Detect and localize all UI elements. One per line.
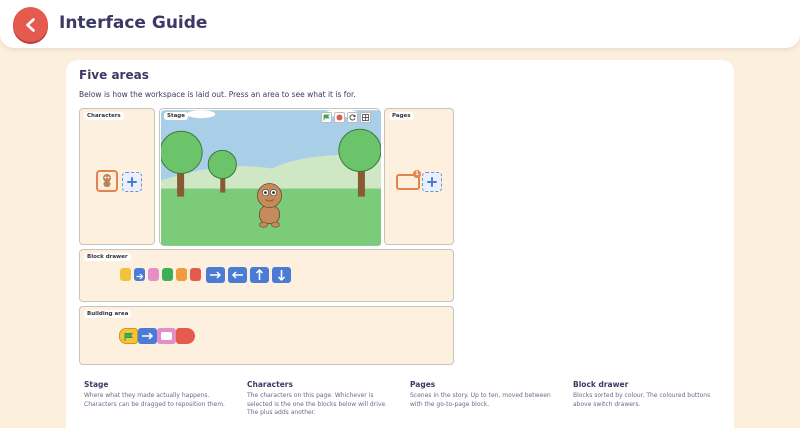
- section-title: Five areas: [79, 68, 149, 82]
- info-title: Block drawer: [573, 380, 629, 389]
- flag-icon: [323, 114, 330, 121]
- characters-area[interactable]: Characters: [79, 108, 155, 245]
- drawer-button-looks[interactable]: [148, 268, 159, 281]
- script-block-start[interactable]: [119, 328, 138, 344]
- page-number-badge: 1: [413, 170, 421, 178]
- info-text: Blocks sorted by colour. The coloured bu…: [573, 392, 711, 408]
- arrow-up-icon: [255, 268, 264, 280]
- pages-area-label: Pages: [389, 112, 414, 120]
- page-title: Interface Guide: [59, 13, 208, 33]
- info-text: The characters on this page. Whichever i…: [247, 392, 388, 417]
- script-block-move[interactable]: [138, 328, 157, 344]
- info-text: Where what they made actually happens. C…: [84, 392, 225, 408]
- block-drawer-label: Block drawer: [84, 253, 131, 261]
- building-area-label: Building area: [84, 310, 132, 318]
- info-title: Stage: [84, 380, 109, 389]
- grid-toggle-button[interactable]: [360, 112, 371, 123]
- building-area[interactable]: Building area: [79, 306, 454, 365]
- stage-controls: [321, 112, 371, 123]
- grid-icon: [362, 114, 369, 121]
- add-character-button[interactable]: [122, 172, 142, 192]
- back-button[interactable]: [13, 7, 48, 42]
- block-move-right[interactable]: [206, 267, 225, 283]
- reset-button[interactable]: [347, 112, 358, 123]
- block-move-down[interactable]: [272, 267, 291, 283]
- info-stage: Stage Where what they made actually happ…: [84, 380, 234, 409]
- guide-card: Five areas Below is how the workspace is…: [66, 60, 734, 428]
- drawer-button-end[interactable]: [190, 268, 201, 281]
- character-thumbnail[interactable]: [96, 170, 118, 192]
- pages-area[interactable]: Pages 1: [384, 108, 454, 245]
- block-drawer-area[interactable]: Block drawer: [79, 249, 454, 302]
- info-pages: Pages Scenes in the story. Up to ten, mo…: [410, 380, 560, 409]
- drawer-button-sound[interactable]: [162, 268, 173, 281]
- refresh-icon: [349, 114, 356, 121]
- info-characters: Characters The characters on this page. …: [247, 380, 397, 418]
- info-title: Characters: [247, 380, 293, 389]
- drawer-button-triggers[interactable]: [120, 268, 131, 281]
- arrow-right-icon: [136, 273, 144, 280]
- characters-area-label: Characters: [84, 112, 124, 120]
- cloud-shape: [187, 110, 216, 119]
- drawer-button-motion[interactable]: [134, 268, 145, 281]
- arrow-right-icon: [210, 271, 222, 279]
- header-bar: Interface Guide: [0, 0, 800, 48]
- flag-icon: [124, 333, 133, 341]
- section-description: Below is how the workspace is laid out. …: [79, 90, 356, 99]
- info-text: Scenes in the story. Up to ten, moved be…: [410, 392, 551, 408]
- character-icon: [103, 174, 111, 187]
- stage-area[interactable]: Stage: [159, 108, 381, 246]
- script-block-end[interactable]: [176, 328, 195, 344]
- block-move-up[interactable]: [250, 267, 269, 283]
- stage-canvas[interactable]: [161, 110, 381, 246]
- plus-icon: [427, 177, 437, 187]
- block-move-left[interactable]: [228, 267, 247, 283]
- script-block-looks[interactable]: [157, 328, 176, 344]
- info-title: Pages: [410, 380, 436, 389]
- stop-icon: [336, 114, 343, 121]
- drawer-button-control[interactable]: [176, 268, 187, 281]
- info-block-drawer: Block drawer Blocks sorted by colour. Th…: [573, 380, 723, 409]
- add-page-button[interactable]: [422, 172, 442, 192]
- plus-icon: [127, 177, 137, 187]
- arrow-left-icon: [231, 271, 243, 279]
- stage-area-label: Stage: [164, 112, 188, 120]
- arrow-right-icon: [142, 332, 154, 340]
- stop-button[interactable]: [334, 112, 345, 123]
- chevron-left-icon: [25, 17, 35, 32]
- arrow-down-icon: [277, 270, 286, 282]
- green-flag-button[interactable]: [321, 112, 332, 123]
